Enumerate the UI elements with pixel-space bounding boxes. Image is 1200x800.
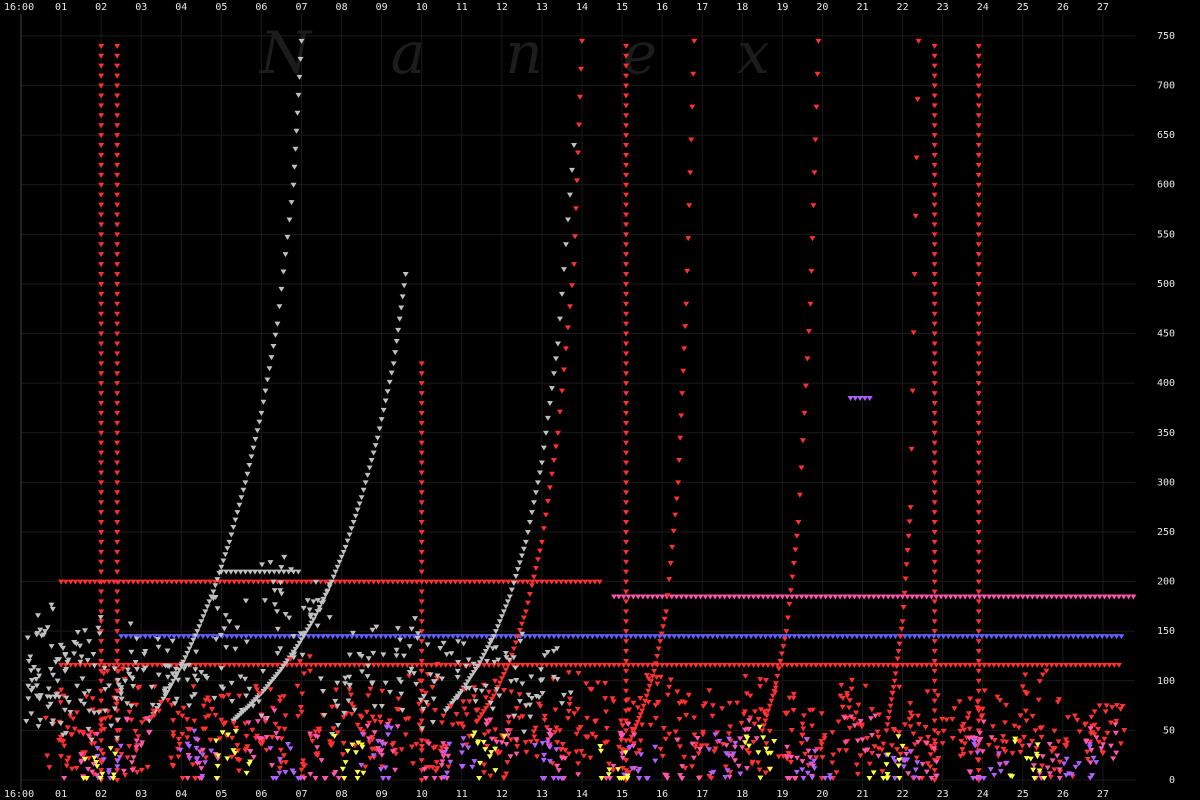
x-tick-label-top: 10	[416, 2, 428, 13]
quote-scatter-chart: Nanex 16:00 01 02 03 04 05 06 07 08 09 10 11 12 13 14 1…	[0, 0, 1200, 800]
y-tick-label: 0	[1169, 775, 1175, 786]
x-tick-label-bottom: 22	[897, 789, 909, 800]
x-tick-label-top: 15	[616, 2, 628, 13]
x-tick-label-bottom: 27	[1097, 789, 1109, 800]
x-tick-label-bottom: 01	[55, 789, 67, 800]
x-tick-label-bottom: 06	[255, 789, 267, 800]
y-tick-label: 300	[1157, 477, 1175, 488]
x-tick-label-bottom: 21	[856, 789, 868, 800]
y-tick-label: 650	[1157, 130, 1175, 141]
x-tick-label-top: 18	[736, 2, 748, 13]
x-tick-label-top: 19	[776, 2, 788, 13]
x-tick-label-bottom: 05	[215, 789, 227, 800]
x-tick-label-top: 01	[55, 2, 67, 13]
x-tick-label-top: 16:00	[4, 2, 34, 13]
y-tick-label: 500	[1157, 279, 1175, 290]
x-tick-label-top: 05	[215, 2, 227, 13]
x-tick-label-top: 04	[175, 2, 187, 13]
y-tick-label: 400	[1157, 378, 1175, 389]
x-tick-label-bottom: 09	[376, 789, 388, 800]
x-tick-label-top: 21	[856, 2, 868, 13]
x-tick-label-top: 26	[1057, 2, 1069, 13]
x-tick-label-top: 08	[336, 2, 348, 13]
x-tick-label-top: 12	[496, 2, 508, 13]
x-tick-label-top: 09	[376, 2, 388, 13]
x-tick-label-top: 23	[937, 2, 949, 13]
x-tick-label-bottom: 16	[656, 789, 668, 800]
x-tick-label-top: 25	[1017, 2, 1029, 13]
y-tick-label: 600	[1157, 180, 1175, 191]
x-tick-label-bottom: 04	[175, 789, 187, 800]
x-tick-label-top: 03	[135, 2, 147, 13]
x-tick-label-top: 13	[536, 2, 548, 13]
x-tick-label-bottom: 13	[536, 789, 548, 800]
x-tick-label-top: 27	[1097, 2, 1109, 13]
x-tick-label-top: 14	[576, 2, 588, 13]
x-tick-label-bottom: 07	[295, 789, 307, 800]
x-tick-label-bottom: 12	[496, 789, 508, 800]
plot-background	[0, 0, 1200, 800]
y-tick-label: 550	[1157, 229, 1175, 240]
y-tick-label: 750	[1157, 31, 1175, 42]
y-tick-label: 100	[1157, 676, 1175, 687]
watermark-text: Nanex	[258, 19, 850, 87]
x-tick-label-top: 02	[95, 2, 107, 13]
x-tick-label-top: 17	[696, 2, 708, 13]
x-tick-label-bottom: 10	[416, 789, 428, 800]
x-tick-label-top: 11	[456, 2, 468, 13]
x-tick-label-bottom: 24	[977, 789, 989, 800]
x-tick-label-bottom: 26	[1057, 789, 1069, 800]
x-tick-label-bottom: 18	[736, 789, 748, 800]
y-tick-label: 700	[1157, 81, 1175, 92]
x-tick-label-bottom: 19	[776, 789, 788, 800]
x-tick-label-bottom: 14	[576, 789, 588, 800]
y-tick-label: 200	[1157, 577, 1175, 588]
y-tick-label: 450	[1157, 329, 1175, 340]
x-tick-label-bottom: 03	[135, 789, 147, 800]
x-tick-label-bottom: 25	[1017, 789, 1029, 800]
x-tick-label-bottom: 23	[937, 789, 949, 800]
x-tick-label-top: 06	[255, 2, 267, 13]
x-tick-label-bottom: 16:00	[4, 789, 34, 800]
x-tick-label-top: 22	[897, 2, 909, 13]
x-tick-label-bottom: 11	[456, 789, 468, 800]
x-tick-label-bottom: 20	[816, 789, 828, 800]
x-tick-label-top: 20	[816, 2, 828, 13]
y-tick-label: 150	[1157, 626, 1175, 637]
x-tick-label-top: 24	[977, 2, 989, 13]
x-tick-label-bottom: 08	[336, 789, 348, 800]
x-tick-label-top: 07	[295, 2, 307, 13]
x-tick-label-bottom: 02	[95, 789, 107, 800]
x-tick-label-bottom: 17	[696, 789, 708, 800]
y-tick-label: 350	[1157, 428, 1175, 439]
y-tick-label: 250	[1157, 527, 1175, 538]
x-tick-label-bottom: 15	[616, 789, 628, 800]
y-tick-label: 50	[1163, 725, 1175, 736]
x-tick-label-top: 16	[656, 2, 668, 13]
